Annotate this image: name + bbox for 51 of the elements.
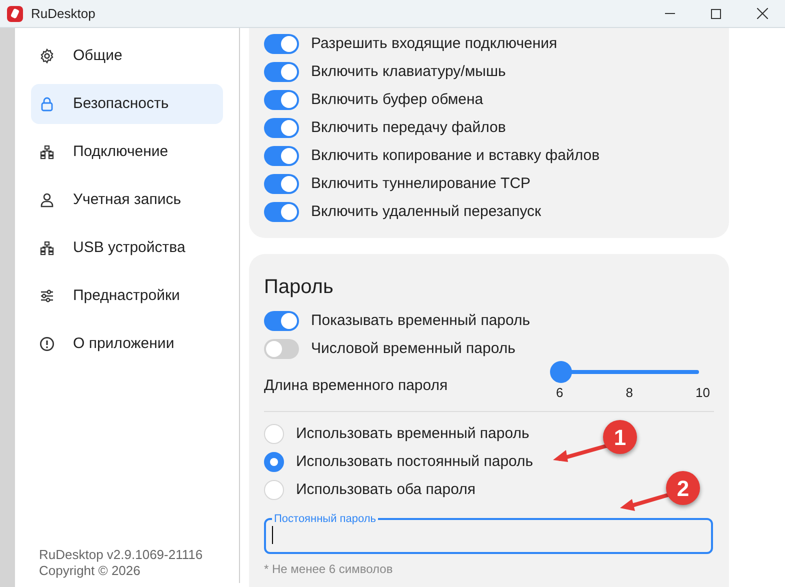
gear-icon xyxy=(39,48,55,64)
app-logo-icon xyxy=(7,6,23,22)
toggle-switch[interactable] xyxy=(264,339,299,359)
version-text: RuDesktop v2.9.1069-21116 xyxy=(39,547,204,563)
sidebar-item[interactable]: Подключение xyxy=(31,132,223,172)
sidebar-item[interactable]: Преднастройки xyxy=(31,276,223,316)
toggle-label: Включить передачу файлов xyxy=(311,118,506,138)
sidebar-item[interactable]: О приложении xyxy=(31,324,223,364)
toggle-label: Включить удаленный перезапуск xyxy=(311,202,542,222)
annotation-arrow xyxy=(620,493,670,511)
radio-label: Использовать оба пароля xyxy=(296,480,476,500)
toggle-switch[interactable] xyxy=(264,202,299,222)
toggle-label: Включить буфер обмена xyxy=(311,90,484,110)
sidebar-item[interactable]: USB устройства xyxy=(31,228,223,268)
sidebar-item[interactable]: Безопасность xyxy=(31,84,223,124)
toggle-label: Разрешить входящие подключения xyxy=(311,34,558,54)
annotation-arrow xyxy=(553,444,608,462)
sliders-icon xyxy=(39,288,55,304)
toggle-switch[interactable] xyxy=(264,311,299,331)
toggle-label: Показывать временный пароль xyxy=(311,310,530,331)
radio-label: Использовать постоянный пароль xyxy=(296,452,534,472)
copyright-text: Copyright © 2026 xyxy=(39,563,142,579)
person-icon xyxy=(39,192,55,208)
lock-icon xyxy=(39,96,55,112)
close-icon xyxy=(756,8,768,19)
toggle-switch[interactable] xyxy=(264,62,299,82)
slider-tick-label: 8 xyxy=(626,384,633,402)
toggle-switch[interactable] xyxy=(264,90,299,110)
toggle-switch[interactable] xyxy=(264,34,299,54)
hint-text: * Не менее 6 символов xyxy=(264,561,394,578)
window-title: RuDesktop xyxy=(31,4,96,23)
network-icon xyxy=(39,144,55,160)
slider-label: Длина временного пароля xyxy=(264,376,448,396)
toggle-label: Включить туннелирование TCP xyxy=(311,174,531,194)
info-icon xyxy=(39,336,55,352)
toggle-label: Включить клавиатуру/мышь xyxy=(311,62,506,82)
toggle-switch[interactable] xyxy=(264,146,299,166)
toggle-label: Включить копирование и вставку файлов xyxy=(311,146,600,166)
sidebar-item[interactable]: Общие xyxy=(31,36,223,76)
slider-tick-label: 6 xyxy=(556,384,564,402)
toggle-label: Числовой временный пароль xyxy=(311,338,516,359)
sidebar-item[interactable]: Учетная запись xyxy=(31,180,223,220)
text-cursor xyxy=(272,526,273,544)
network-icon xyxy=(39,240,55,256)
radio-button[interactable] xyxy=(264,452,284,472)
toggle-switch[interactable] xyxy=(264,118,299,138)
section-title: Пароль xyxy=(264,275,334,300)
slider-thumb[interactable] xyxy=(550,361,572,383)
slider-tick-label: 10 xyxy=(696,384,710,402)
toggle-switch[interactable] xyxy=(264,174,299,194)
radio-label: Использовать временный пароль xyxy=(296,424,530,444)
